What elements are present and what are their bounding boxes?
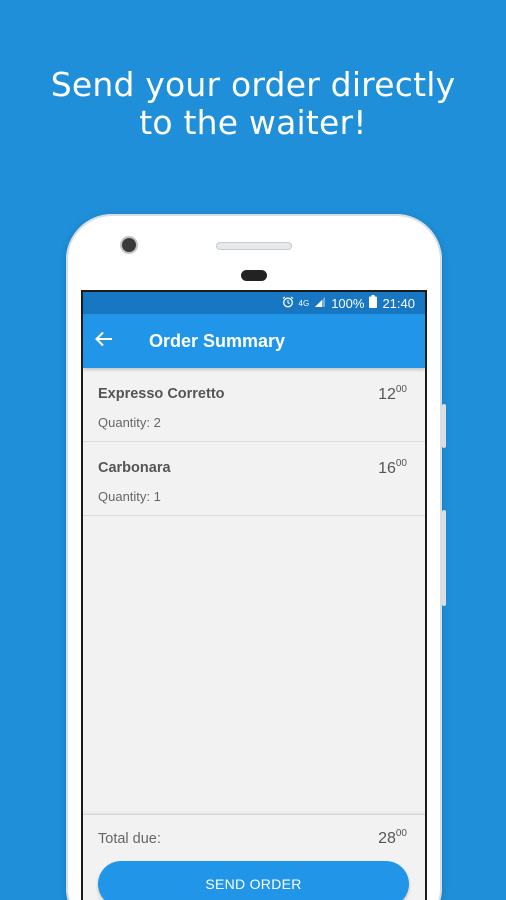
cellular-signal-icon [314,296,326,311]
phone-power-button [442,404,446,448]
earpiece-speaker [216,242,292,250]
total-integer: 28 [378,830,396,847]
headline-line-2: to the waiter! [139,103,367,142]
order-item-price: 1200 [378,384,407,404]
phone-volume-button [442,510,446,606]
order-item-quantity: Quantity: 2 [98,415,161,430]
page-title: Order Summary [149,330,286,351]
price-integer: 12 [378,386,396,403]
total-due-label: Total due: [98,831,161,847]
order-item-expresso-corretto: Expresso Corretto Quantity: 2 1200 [83,368,425,442]
battery-full-icon [369,295,378,311]
order-item-name: Expresso Corretto [98,386,225,402]
price-decimal: 00 [395,458,407,469]
order-item-price: 1600 [378,458,407,478]
proximity-sensor [241,270,267,281]
price-decimal: 00 [395,384,407,395]
phone-screen: 4G 100% 21:40 Order Summary Expresso Cor… [81,290,427,900]
front-camera [122,238,136,252]
network-type-label: 4G [298,298,310,308]
status-bar: 4G 100% 21:40 [83,292,425,314]
order-item-name: Carbonara [98,460,171,476]
order-item-carbonara: Carbonara Quantity: 1 1600 [83,442,425,516]
price-integer: 16 [378,460,396,477]
headline-line-1: Send your order directly [50,65,456,104]
phone-frame: 4G 100% 21:40 Order Summary Expresso Cor… [66,214,446,900]
promo-headline: Send your order directly to the waiter! [0,66,506,142]
app-bar: Order Summary [83,314,425,368]
send-order-button[interactable]: SEND ORDER [98,861,409,900]
alarm-clock-icon [282,296,294,311]
status-time: 21:40 [382,295,415,311]
battery-percent: 100% [331,295,365,311]
total-due-value: 2800 [378,828,407,848]
arrow-left-icon[interactable] [83,331,129,351]
total-decimal: 00 [395,828,407,839]
order-item-quantity: Quantity: 1 [98,489,161,504]
order-footer: Total due: 2800 SEND ORDER [83,814,425,900]
